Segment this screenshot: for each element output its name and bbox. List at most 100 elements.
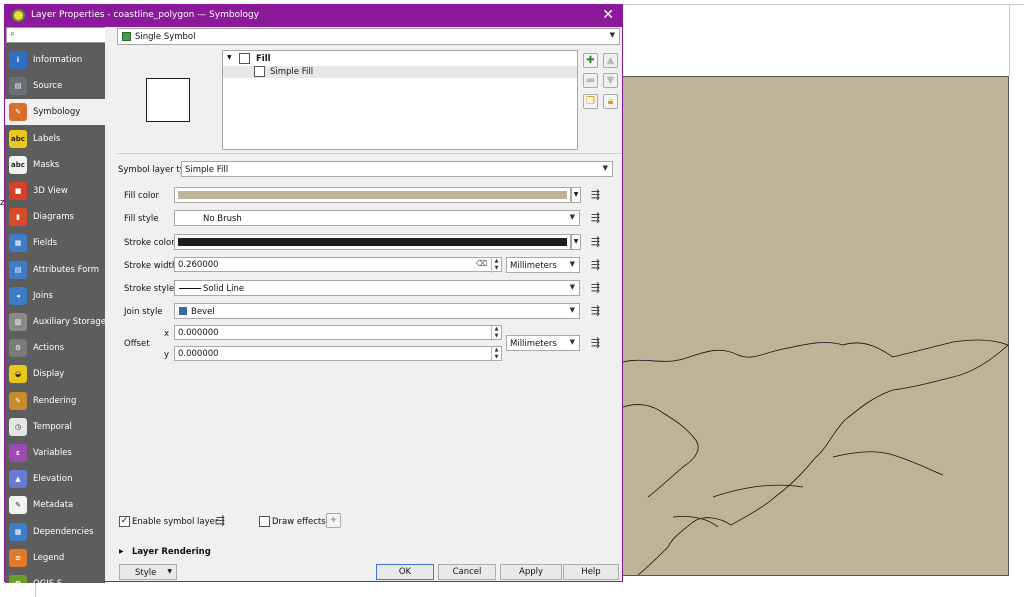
effects-star-icon[interactable]: ✦	[326, 513, 341, 528]
sidebar-item-masks[interactable]: abc Masks	[5, 152, 105, 178]
stroke-width-value: 0.260000	[178, 260, 219, 270]
offset-unit-dropdown[interactable]: Millimeters ▼	[506, 335, 580, 351]
symbol-layer-type-value: Simple Fill	[185, 165, 229, 175]
help-button[interactable]: Help	[563, 564, 619, 580]
bevel-join-icon	[179, 307, 187, 315]
draw-effects-checkbox[interactable]	[259, 516, 270, 527]
sidebar-item-labels[interactable]: abc Labels	[5, 126, 105, 152]
data-defined-override-icon[interactable]: ⇶	[587, 258, 604, 272]
cancel-button[interactable]: Cancel	[438, 564, 496, 580]
sidebar-item-actions[interactable]: ⚙ Actions	[5, 335, 105, 361]
data-defined-override-icon[interactable]: ⇶	[587, 211, 604, 225]
sidebar-item-attributes-form[interactable]: ▤ Attributes Form	[5, 257, 105, 283]
offset-x-input[interactable]: 0.000000 ▲ ▼	[174, 325, 502, 341]
stroke-color-menu[interactable]: ▼	[571, 234, 581, 250]
stroke-color-label: Stroke color	[124, 238, 175, 248]
sidebar-item-auxiliary-storage[interactable]: ▥ Auxiliary Storage	[5, 309, 105, 335]
move-up-icon[interactable]: ▲	[603, 53, 618, 68]
offset-y-label: y	[164, 350, 170, 360]
spin-buttons[interactable]: ▲ ▼	[491, 258, 501, 273]
sidebar-item-symbology[interactable]: ✎ Symbology	[5, 99, 105, 126]
stroke-width-unit-dropdown[interactable]: Millimeters ▼	[506, 257, 580, 273]
sidebar-item-3d-view[interactable]: ■ 3D View	[5, 178, 105, 204]
sidebar-item-legend[interactable]: ≡ Legend	[5, 545, 105, 571]
stroke-width-input[interactable]: 0.260000 ⌫ ▲ ▼	[174, 257, 502, 273]
remove-symbol-layer-icon[interactable]: ▬	[583, 73, 598, 88]
sidebar-item-label: Elevation	[33, 474, 73, 485]
fill-style-dropdown[interactable]: No Brush ▼	[174, 210, 580, 226]
sidebar-item-source[interactable]: ▤ Source	[5, 73, 105, 99]
simple-fill-checkbox[interactable]	[254, 66, 265, 77]
sidebar-item-qgis-s[interactable]: Q QGIS S	[5, 571, 105, 583]
move-down-icon[interactable]: ▼	[603, 73, 618, 88]
single-symbol-icon	[122, 32, 131, 41]
brush-icon: ✎	[9, 391, 27, 410]
sidebar-item-joins[interactable]: ◂ Joins	[5, 283, 105, 309]
chevron-down-icon: ▼	[609, 31, 615, 39]
spin-buttons[interactable]: ▲ ▼	[491, 347, 501, 362]
sidebar-item-dependencies[interactable]: ▦ Dependencies	[5, 519, 105, 545]
sidebar-item-information[interactable]: i Information	[5, 47, 105, 73]
fill-color-menu[interactable]: ▼	[571, 187, 581, 203]
clear-icon[interactable]: ⌫	[476, 259, 487, 268]
symbol-layer-type-dropdown[interactable]: Simple Fill ▼	[181, 161, 613, 177]
apply-button[interactable]: Apply	[500, 564, 562, 580]
join-style-dropdown[interactable]: Bevel ▼	[174, 303, 580, 319]
masks-icon: abc	[9, 155, 27, 174]
enable-symbol-layer-label[interactable]: Enable symbol layer	[132, 517, 218, 527]
fill-style-label: Fill style	[124, 214, 159, 224]
sidebar-item-metadata[interactable]: ✎ Metadata	[5, 492, 105, 518]
sidebar-item-label: Labels	[33, 133, 61, 144]
sidebar-item-rendering[interactable]: ✎ Rendering	[5, 388, 105, 414]
spin-buttons[interactable]: ▲ ▼	[491, 326, 501, 341]
sidebar-item-label: Auxiliary Storage	[33, 317, 105, 327]
sidebar-item-label: Temporal	[33, 421, 72, 432]
sidebar-item-elevation[interactable]: ▲ Elevation	[5, 466, 105, 492]
expand-arrow-icon[interactable]: ▼	[227, 54, 232, 61]
stroke-color-button[interactable]	[174, 234, 571, 250]
enable-symbol-layer-checkbox[interactable]: ✓	[119, 516, 130, 527]
sidebar-item-label: Source	[33, 81, 63, 92]
elevation-icon: ▲	[9, 470, 27, 489]
sidebar-item-fields[interactable]: ▦ Fields	[5, 230, 105, 256]
sidebar-item-label: Variables	[33, 448, 72, 458]
coastline-shape	[623, 339, 1009, 576]
expand-arrow-icon[interactable]: ▶	[119, 548, 124, 555]
sidebar-item-diagrams[interactable]: ▮ Diagrams	[5, 204, 105, 230]
data-defined-override-icon[interactable]: ⇶	[587, 235, 604, 249]
sidebar-item-label: 3D View	[33, 186, 68, 196]
sidebar-item-display[interactable]: ◒ Display	[5, 361, 105, 387]
data-defined-override-icon[interactable]: ⇶	[587, 281, 604, 295]
fill-checkbox[interactable]	[239, 53, 250, 64]
fill-style-value: No Brush	[203, 214, 242, 224]
sidebar-item-temporal[interactable]: ◷ Temporal	[5, 414, 105, 440]
layer-rendering-section[interactable]: Layer Rendering	[132, 547, 211, 557]
data-defined-override-icon[interactable]: ⇶	[587, 336, 604, 350]
legend-icon: ≡	[9, 548, 27, 567]
fill-color-button[interactable]	[174, 187, 571, 203]
map-layer-coastline[interactable]	[622, 76, 1009, 576]
data-defined-override-icon[interactable]: ⇶	[587, 304, 604, 318]
symbol-layer-tree[interactable]: ▼ Fill Simple Fill	[222, 50, 578, 150]
data-defined-override-icon[interactable]: ⇶	[587, 188, 604, 202]
tree-root-label[interactable]: Fill	[256, 54, 271, 64]
sidebar-item-label: Attributes Form	[33, 264, 100, 275]
close-icon[interactable]: ✕	[602, 7, 614, 23]
lock-icon[interactable]: 🔒︎	[603, 94, 618, 109]
draw-effects-label[interactable]: Draw effects	[272, 517, 326, 527]
sidebar: ⌕ i Information ▤ Source ✎ Symbology abc Labels…	[5, 27, 105, 583]
offset-unit-value: Millimeters	[510, 339, 557, 349]
add-symbol-layer-icon[interactable]: ✚	[583, 53, 598, 68]
ok-button[interactable]: OK	[376, 564, 434, 580]
sidebar-item-variables[interactable]: ε Variables	[5, 440, 105, 466]
fields-icon: ▦	[9, 234, 27, 253]
stroke-style-dropdown[interactable]: Solid Line ▼	[174, 280, 580, 296]
form-icon: ▤	[9, 260, 27, 279]
search-input[interactable]: ⌕	[6, 27, 105, 43]
tree-child-label[interactable]: Simple Fill	[270, 67, 313, 77]
renderer-dropdown[interactable]: Single Symbol ▼	[117, 28, 620, 45]
style-button[interactable]: Style ▼	[119, 564, 177, 580]
offset-y-input[interactable]: 0.000000 ▲ ▼	[174, 346, 502, 362]
data-defined-override-icon[interactable]: ⇶	[212, 514, 229, 528]
duplicate-icon[interactable]: ❐	[583, 94, 598, 109]
